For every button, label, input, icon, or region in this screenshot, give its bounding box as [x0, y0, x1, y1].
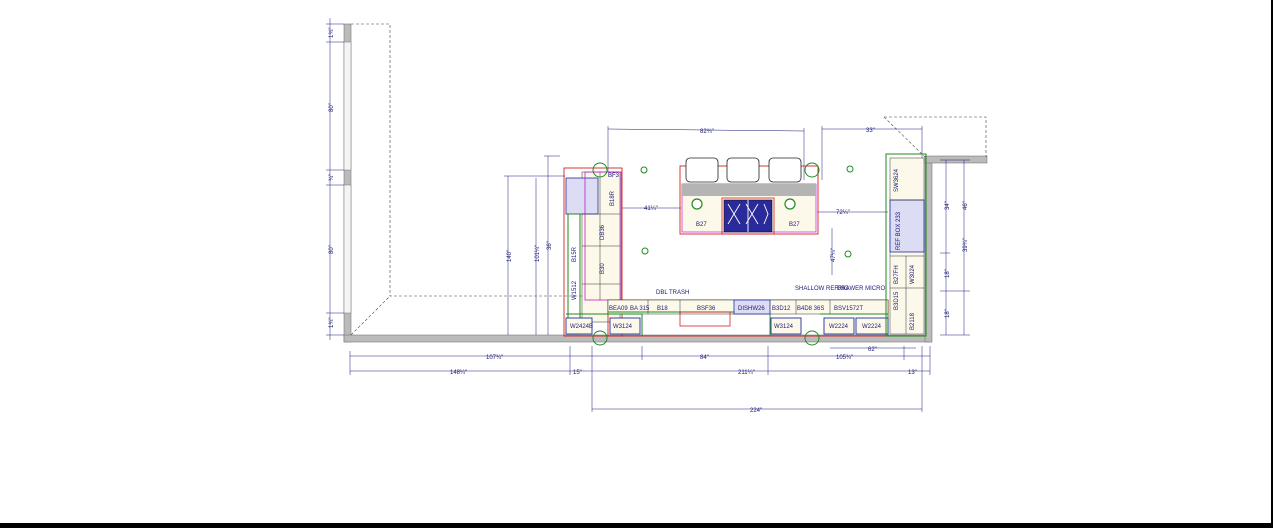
- label-island-1: B27: [696, 222, 707, 228]
- dim-island-right-height: 47¼": [831, 248, 837, 262]
- label-right-3: B27FH: [894, 265, 900, 284]
- label-island-2: B27: [789, 222, 800, 228]
- dim-top-island: 82¾": [700, 129, 714, 135]
- dim-left-1: 1¾": [329, 28, 335, 38]
- label-left-5: W1512: [572, 280, 578, 300]
- dim-bottom-2a: 148¼": [450, 370, 467, 376]
- label-wall-4: W2224: [829, 324, 849, 330]
- label-left-2: DB36: [600, 224, 606, 240]
- label-base-6: B3D12: [772, 306, 791, 312]
- island-counter-bar: [682, 184, 816, 196]
- wall-right-top: [924, 155, 988, 164]
- label-wall-5: W2224: [862, 324, 882, 330]
- label-right-1: SW3624: [894, 168, 900, 192]
- note-drawer-micro: DRAWER MICRO: [837, 286, 885, 292]
- light-6: [804, 162, 820, 178]
- light-1: [640, 166, 648, 174]
- dashed-left-area: [351, 23, 598, 297]
- label-base-1: BEA09: [609, 306, 628, 312]
- label-base-5: DISHW26: [738, 306, 765, 312]
- dim-top-right: 33": [866, 128, 875, 134]
- dim-left-height-outer: 140": [507, 250, 513, 262]
- dim-bottom-2b: 15": [573, 370, 582, 376]
- dim-bottom-total: 224": [750, 408, 762, 414]
- dim-left-5: 1¾": [329, 318, 335, 328]
- stool-1: [685, 157, 719, 183]
- dim-island-gap-right: 72¼": [836, 210, 850, 216]
- label-base-4: BSF36: [697, 306, 716, 312]
- dim-bottom-1c: 105¾": [836, 355, 853, 361]
- dim-left-height-mid: 101¼": [535, 245, 541, 262]
- dim-bottom-1d: 62": [868, 347, 877, 353]
- note-dbl-trash: DBL TRASH: [656, 290, 689, 296]
- label-base-3: B18: [657, 306, 668, 312]
- dim-left-height-inner: 36": [547, 241, 553, 250]
- light-2: [846, 165, 854, 173]
- right-cabinet-run: SW3624 REF BOX 233 B27FH W3024 B3D15 B21…: [885, 153, 927, 337]
- dim-island-gap-left: 41¼": [644, 206, 658, 212]
- label-wall-3: W3124: [774, 324, 794, 330]
- dim-bottom-1a: 107¾": [486, 355, 503, 361]
- label-left-4: B15R: [572, 246, 578, 262]
- label-left-3: B30: [600, 263, 606, 274]
- dim-bottom-1b: 84": [700, 355, 709, 361]
- floor-plan-diagram: B18R DB36 B30 B15R W1512 BF3 BEA09 BA 31…: [326, 18, 988, 414]
- label-base-2: BA 315: [630, 306, 650, 312]
- left-green-outline: [567, 213, 581, 335]
- label-right-5: B3D15: [894, 291, 900, 310]
- dashed-right-area: [884, 116, 987, 157]
- wall-left-opening-bottom: [343, 184, 352, 314]
- light-3: [641, 247, 649, 255]
- dim-bottom-2d: 13": [908, 370, 917, 376]
- kitchen-island: B27 B27: [679, 157, 819, 235]
- stool-2: [726, 157, 760, 183]
- dim-right-4: 46": [963, 201, 969, 210]
- dim-left-2: 80": [329, 103, 335, 112]
- stool-3: [768, 157, 802, 183]
- dashed-right-diagonal: [883, 116, 926, 158]
- label-wall-1: W2424B: [570, 324, 593, 330]
- frame-border-bottom: [0, 523, 1273, 528]
- label-base-7: B4D8 36S: [797, 306, 824, 312]
- dim-right-1: 34": [945, 201, 951, 210]
- island-sink-right: [784, 198, 796, 210]
- label-right-2: REF BOX 233: [896, 211, 902, 250]
- label-base-8: BSV1572T: [834, 306, 863, 312]
- dashed-left-diagonal: [350, 295, 391, 336]
- dim-right-2: 18": [945, 269, 951, 278]
- dim-left-3: ¾": [329, 174, 335, 181]
- light-4: [844, 250, 852, 258]
- island-sink-left: [691, 198, 703, 210]
- label-right-6: B2118: [910, 312, 916, 330]
- label-right-4: W3024: [910, 264, 916, 284]
- dim-bottom-2c: 211¼": [738, 370, 755, 376]
- label-left-6: BF3: [608, 173, 620, 179]
- dim-right-3: 18": [945, 309, 951, 318]
- left-fridge-box: [565, 177, 599, 215]
- dim-left-4: 80": [329, 245, 335, 254]
- label-left-1: B18R: [610, 190, 616, 206]
- label-wall-2: W3124: [613, 324, 633, 330]
- notes: DBL TRASH SHALLOW REFRIG DRAWER MICRO: [656, 286, 885, 296]
- wall-left-opening-top: [343, 41, 352, 171]
- dim-right-5: 39¾": [963, 238, 969, 252]
